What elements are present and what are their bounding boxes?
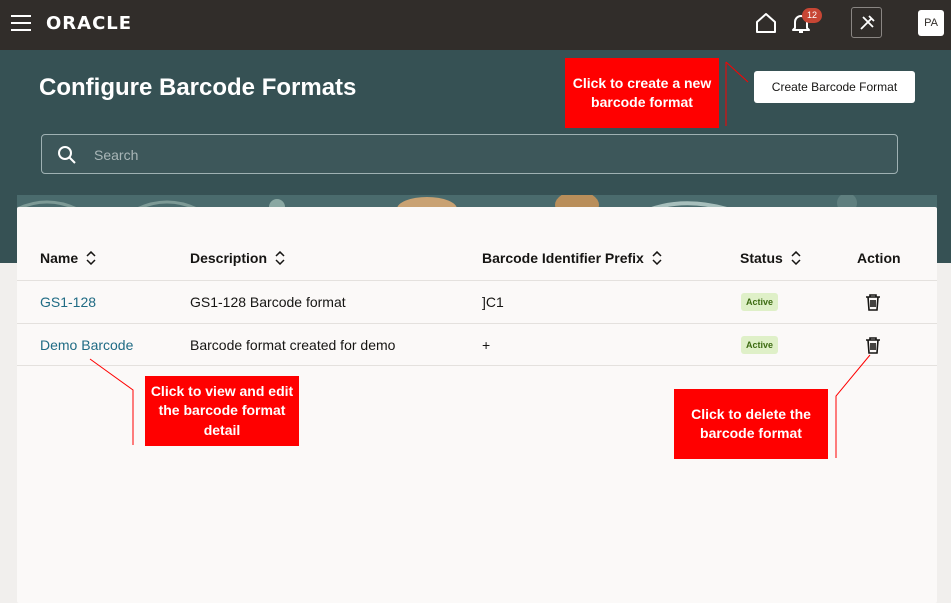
oracle-logo[interactable]: ORACLE [46,13,132,34]
delete-trash-icon[interactable] [865,337,881,354]
column-header-label: Status [740,250,783,266]
column-header-label: Barcode Identifier Prefix [482,250,644,266]
row-name-link[interactable]: Demo Barcode [40,337,133,353]
delete-trash-icon[interactable] [865,294,881,311]
row-prefix: ]C1 [482,294,504,310]
row-description: GS1-128 Barcode format [190,294,346,310]
column-header-status[interactable]: Status [740,250,801,266]
create-barcode-format-button[interactable]: Create Barcode Format [754,71,915,103]
column-header-name[interactable]: Name [40,250,96,266]
search-input[interactable]: Search [41,134,898,174]
column-header-action: Action [857,250,901,266]
status-badge: Active [741,293,779,311]
status-badge: Active [741,336,779,354]
sort-icon[interactable] [86,251,96,265]
row-name-link[interactable]: GS1-128 [40,294,96,310]
column-header-label: Description [190,250,268,266]
sort-icon[interactable] [652,251,662,265]
column-header-label: Action [857,250,901,266]
home-icon[interactable] [754,11,778,35]
annotation-create: Click to create a new barcode format [565,58,719,128]
annotation-delete: Click to delete the barcode format [674,389,828,459]
column-header-label: Name [40,250,79,266]
sort-icon[interactable] [275,251,285,265]
row-prefix: + [482,337,491,353]
tools-icon [859,14,875,30]
annotation-view-edit: Click to view and edit the barcode forma… [145,376,299,446]
column-header-prefix[interactable]: Barcode Identifier Prefix [482,250,662,266]
hamburger-menu-icon[interactable] [11,15,31,31]
user-avatar[interactable]: PA [918,10,944,36]
page-title: Configure Barcode Formats [39,74,357,101]
divider [17,323,937,324]
notification-badge: 12 [802,8,822,23]
column-header-description[interactable]: Description [190,250,285,266]
tools-button[interactable] [851,7,882,38]
divider [17,365,937,366]
search-placeholder: Search [94,147,139,163]
top-bar: ORACLE 12 PA [0,0,951,50]
search-icon [58,146,76,164]
sort-icon[interactable] [791,251,801,265]
row-description: Barcode format created for demo [190,337,396,353]
divider [17,280,937,281]
